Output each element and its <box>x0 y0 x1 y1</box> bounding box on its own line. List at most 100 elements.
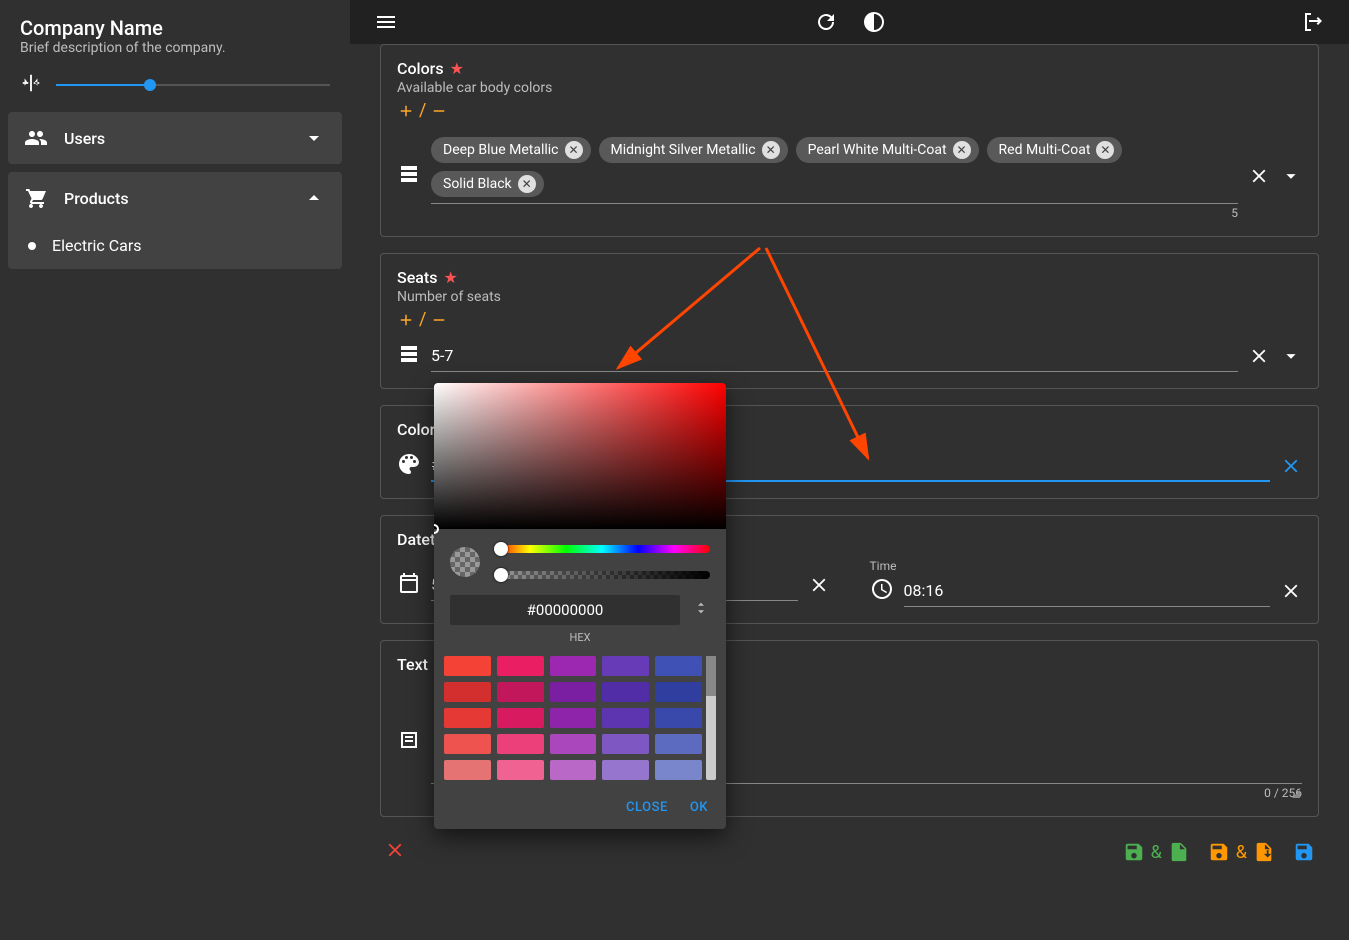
alpha-slider[interactable] <box>494 571 710 579</box>
seats-input[interactable]: 5-7 <box>431 340 1238 372</box>
colors-label: Colors <box>397 59 444 78</box>
color-swatch[interactable] <box>655 682 702 702</box>
cart-icon <box>24 186 48 210</box>
chip-remove-icon[interactable]: ✕ <box>565 141 583 159</box>
color-swatch[interactable] <box>497 682 544 702</box>
color-swatch[interactable] <box>497 656 544 676</box>
list-icon <box>397 162 421 190</box>
color-swatch[interactable] <box>550 656 597 676</box>
color-swatch[interactable] <box>655 656 702 676</box>
note-icon <box>397 728 421 756</box>
save-and-edit-button[interactable]: & <box>1208 841 1275 863</box>
color-swatch[interactable] <box>550 682 597 702</box>
theme-toggle-icon[interactable] <box>862 10 886 34</box>
save-button[interactable] <box>1293 841 1315 863</box>
remove-icon[interactable] <box>430 102 448 120</box>
color-swatch[interactable] <box>444 734 491 754</box>
color-preview <box>450 547 480 577</box>
color-swatch[interactable] <box>444 682 491 702</box>
colors-desc: Available car body colors <box>397 80 1302 96</box>
panel-colors: Colors★ Available car body colors / Deep… <box>380 44 1319 237</box>
required-star: ★ <box>450 59 464 78</box>
color-swatch[interactable] <box>655 734 702 754</box>
color-swatch[interactable] <box>602 734 649 754</box>
time-input[interactable]: 08:16 <box>904 575 1271 607</box>
nav-users[interactable]: Users <box>8 112 342 164</box>
nav-item-electric-cars[interactable]: Electric Cars <box>8 224 342 269</box>
swatch-scrollbar[interactable] <box>706 656 716 780</box>
chevron-down-icon <box>302 126 326 150</box>
hex-format-label: HEX <box>434 631 726 644</box>
color-swatch[interactable] <box>497 734 544 754</box>
color-swatch[interactable] <box>602 760 649 780</box>
chip-remove-icon[interactable]: ✕ <box>1096 141 1114 159</box>
nav-products[interactable]: Products <box>8 172 342 224</box>
clock-icon <box>870 577 894 605</box>
color-chip[interactable]: Solid Black✕ <box>431 171 544 197</box>
color-swatch[interactable] <box>444 760 491 780</box>
datetime-label: Datet <box>397 530 435 549</box>
color-swatch[interactable] <box>655 708 702 728</box>
color-swatch[interactable] <box>602 656 649 676</box>
clear-icon[interactable] <box>1248 165 1270 187</box>
format-switch-icon[interactable] <box>692 599 710 621</box>
time-field-label: Time <box>870 559 1303 573</box>
picker-ok-button[interactable]: OK <box>690 800 708 815</box>
color-swatch[interactable] <box>444 656 491 676</box>
menu-icon[interactable] <box>374 10 398 34</box>
panel-seats: Seats★ Number of seats / 5-7 <box>380 253 1319 389</box>
save-and-new-button[interactable]: & <box>1123 841 1190 863</box>
list-icon <box>397 342 421 370</box>
hex-input[interactable] <box>450 595 680 625</box>
picker-close-button[interactable]: CLOSE <box>626 800 668 815</box>
resize-handle[interactable] <box>1292 790 1300 798</box>
saturation-value-pane[interactable] <box>434 383 726 529</box>
color-chip[interactable]: Midnight Silver Metallic✕ <box>599 137 788 163</box>
clear-icon[interactable] <box>1280 455 1302 477</box>
color-picker-dialog: HEX CLOSE OK <box>434 383 726 829</box>
chip-remove-icon[interactable]: ✕ <box>762 141 780 159</box>
colors-counter: 5 <box>431 206 1238 220</box>
seats-desc: Number of seats <box>397 289 1302 305</box>
clear-icon[interactable] <box>1248 345 1270 367</box>
chip-remove-icon[interactable]: ✕ <box>518 175 536 193</box>
remove-icon[interactable] <box>430 311 448 329</box>
nav-products-label: Products <box>64 189 286 208</box>
chip-remove-icon[interactable]: ✕ <box>953 141 971 159</box>
nav-users-label: Users <box>64 129 286 148</box>
users-icon <box>24 126 48 150</box>
nav-item-label: Electric Cars <box>52 236 142 255</box>
color-swatch[interactable] <box>497 760 544 780</box>
color-swatch[interactable] <box>602 682 649 702</box>
split-icon <box>20 72 42 98</box>
chevron-up-icon <box>302 186 326 210</box>
color-swatch[interactable] <box>655 760 702 780</box>
hue-slider[interactable] <box>494 545 710 553</box>
color-chip[interactable]: Red Multi-Coat✕ <box>987 137 1123 163</box>
clear-icon[interactable] <box>808 574 830 596</box>
color-chip[interactable]: Deep Blue Metallic✕ <box>431 137 591 163</box>
calendar-icon <box>397 571 421 599</box>
company-title: Company Name <box>8 8 342 40</box>
color-swatch[interactable] <box>550 708 597 728</box>
palette-icon <box>397 452 421 480</box>
color-swatch[interactable] <box>497 708 544 728</box>
clear-icon[interactable] <box>1280 580 1302 602</box>
add-icon[interactable] <box>397 102 415 120</box>
color-swatch[interactable] <box>602 708 649 728</box>
dropdown-icon[interactable] <box>1280 345 1302 367</box>
color-chip[interactable]: Pearl White Multi-Coat✕ <box>796 137 979 163</box>
color-swatch[interactable] <box>444 708 491 728</box>
add-icon[interactable] <box>397 311 415 329</box>
logout-icon[interactable] <box>1301 10 1325 34</box>
sidebar-width-slider[interactable] <box>56 84 330 86</box>
color-label: Color <box>397 420 435 439</box>
cancel-button[interactable] <box>384 839 406 861</box>
swatch-grid <box>444 656 702 780</box>
color-swatch[interactable] <box>550 760 597 780</box>
colors-input[interactable]: Deep Blue Metallic✕ Midnight Silver Metal… <box>431 131 1238 204</box>
refresh-icon[interactable] <box>814 10 838 34</box>
dropdown-icon[interactable] <box>1280 165 1302 187</box>
bullet-icon <box>28 242 36 250</box>
color-swatch[interactable] <box>550 734 597 754</box>
